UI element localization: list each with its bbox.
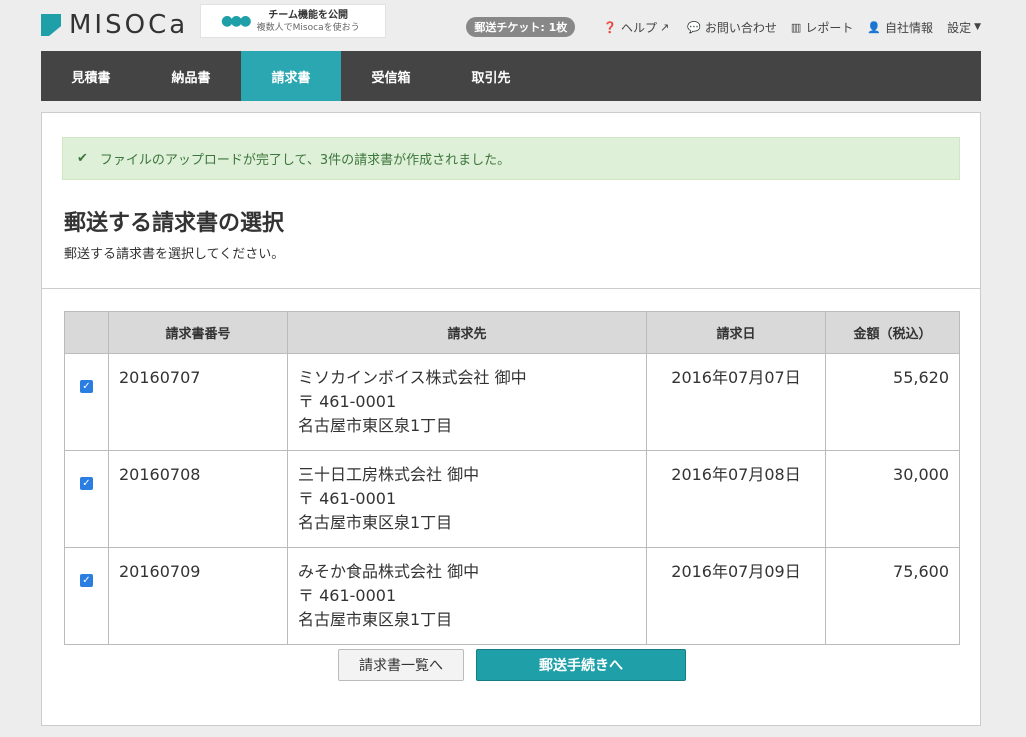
misoca-logo[interactable]: MISOCa — [41, 10, 189, 40]
customer-name: ミソカインボイス株式会社 御中 — [298, 368, 527, 387]
invoice-date: 2016年07月09日 — [646, 547, 826, 645]
user-icon: 👤 — [867, 20, 882, 34]
invoice-date: 2016年07月07日 — [646, 353, 826, 451]
row-checkbox[interactable]: ✓ — [80, 574, 93, 587]
mail-ticket-badge[interactable]: 郵送チケット: 1枚 — [466, 17, 576, 37]
back-to-invoice-list-button[interactable]: 請求書一覧へ — [338, 649, 464, 681]
customer-postal: 〒 461-0001 — [298, 489, 397, 508]
row-select-cell: ✓ — [64, 547, 109, 645]
bar-chart-icon: ▥ — [790, 20, 802, 34]
promo-subtitle: 複数人でMisocaを使おう — [256, 22, 360, 33]
customer-postal: 〒 461-0001 — [298, 586, 397, 605]
header-invoice-number: 請求書番号 — [108, 311, 288, 354]
customer-address: 名古屋市東区泉1丁目 — [298, 610, 453, 629]
promo-title: チーム機能を公開 — [268, 9, 348, 21]
header-amount: 金額（税込） — [825, 311, 960, 354]
table-row: ✓ 20160708 三十日工房株式会社 御中 〒 461-0001 名古屋市東… — [64, 450, 960, 548]
row-select-cell: ✓ — [64, 450, 109, 548]
customer-address: 名古屋市東区泉1丁目 — [298, 416, 453, 435]
customer-cell: みそか食品株式会社 御中 〒 461-0001 名古屋市東区泉1丁目 — [287, 547, 647, 645]
success-alert: ✔ ファイルのアップロードが完了して、3件の請求書が作成されました。 — [62, 137, 960, 180]
contact-label: お問い合わせ — [704, 20, 777, 35]
content-panel: ✔ ファイルのアップロードが完了して、3件の請求書が作成されました。 郵送する請… — [41, 112, 981, 726]
invoice-number: 20160707 — [108, 353, 288, 451]
header-customer: 請求先 — [287, 311, 647, 354]
top-nav: 郵送チケット: 1枚 ❓ ヘルプ ↗ 💬 お問い合わせ ▥ レポート 👤 自社情… — [466, 17, 981, 37]
page-subtitle: 郵送する請求書を選択してください。 — [64, 247, 285, 262]
proceed-to-mail-button[interactable]: 郵送手続きへ — [476, 649, 686, 681]
tab-clients[interactable]: 取引先 — [441, 51, 541, 101]
row-checkbox[interactable]: ✓ — [80, 380, 93, 393]
caret-down-icon: ▼ — [974, 22, 981, 32]
invoice-amount: 55,620 — [825, 353, 960, 451]
customer-cell: ミソカインボイス株式会社 御中 〒 461-0001 名古屋市東区泉1丁目 — [287, 353, 647, 451]
help-link[interactable]: ❓ ヘルプ ↗ — [603, 19, 673, 36]
row-checkbox[interactable]: ✓ — [80, 477, 93, 490]
team-icon: ●●● — [221, 13, 252, 29]
company-info-label: 自社情報 — [885, 20, 934, 35]
tab-delivery-notes[interactable]: 納品書 — [141, 51, 241, 101]
tab-invoices[interactable]: 請求書 — [241, 51, 341, 101]
question-icon: ❓ — [603, 20, 617, 34]
page-title: 郵送する請求書の選択 — [64, 211, 285, 236]
check-icon: ✔ — [77, 151, 88, 166]
table-header-row: 請求書番号 請求先 請求日 金額（税込） — [64, 311, 960, 354]
report-label: レポート — [805, 20, 854, 35]
invoice-amount: 75,600 — [825, 547, 960, 645]
header-date: 請求日 — [646, 311, 826, 354]
help-label: ヘルプ — [620, 20, 657, 35]
settings-dropdown[interactable]: 設定 ▼ — [947, 19, 981, 36]
invoice-date: 2016年07月08日 — [646, 450, 826, 548]
logo-text: MISOCa — [69, 10, 189, 40]
invoice-number: 20160709 — [108, 547, 288, 645]
alert-message: ファイルのアップロードが完了して、3件の請求書が作成されました。 — [99, 153, 511, 168]
table-row: ✓ 20160709 みそか食品株式会社 御中 〒 461-0001 名古屋市東… — [64, 547, 960, 645]
invoice-amount: 30,000 — [825, 450, 960, 548]
team-feature-banner[interactable]: ●●● チーム機能を公開 複数人でMisocaを使おう — [200, 4, 386, 38]
header-select — [64, 311, 109, 354]
tab-inbox[interactable]: 受信箱 — [341, 51, 441, 101]
company-info-link[interactable]: 👤 自社情報 — [867, 19, 933, 36]
external-link-icon: ↗ — [659, 20, 670, 34]
table-row: ✓ 20160707 ミソカインボイス株式会社 御中 〒 461-0001 名古… — [64, 353, 960, 451]
divider — [42, 288, 980, 289]
settings-label: 設定 — [947, 20, 972, 35]
speech-bubble-icon: 💬 — [687, 20, 701, 34]
logo-mark-icon — [41, 14, 61, 36]
contact-link[interactable]: 💬 お問い合わせ — [687, 19, 777, 36]
customer-name: 三十日工房株式会社 御中 — [298, 465, 480, 484]
customer-postal: 〒 461-0001 — [298, 392, 397, 411]
main-tab-bar: 見積書 納品書 請求書 受信箱 取引先 — [41, 51, 981, 101]
customer-cell: 三十日工房株式会社 御中 〒 461-0001 名古屋市東区泉1丁目 — [287, 450, 647, 548]
invoice-table: 請求書番号 請求先 請求日 金額（税込） ✓ 20160707 ミソカインボイス… — [64, 311, 960, 645]
invoice-number: 20160708 — [108, 450, 288, 548]
customer-name: みそか食品株式会社 御中 — [298, 562, 480, 581]
row-select-cell: ✓ — [64, 353, 109, 451]
customer-address: 名古屋市東区泉1丁目 — [298, 513, 453, 532]
tab-estimates[interactable]: 見積書 — [41, 51, 141, 101]
report-link[interactable]: ▥ レポート — [791, 19, 853, 36]
